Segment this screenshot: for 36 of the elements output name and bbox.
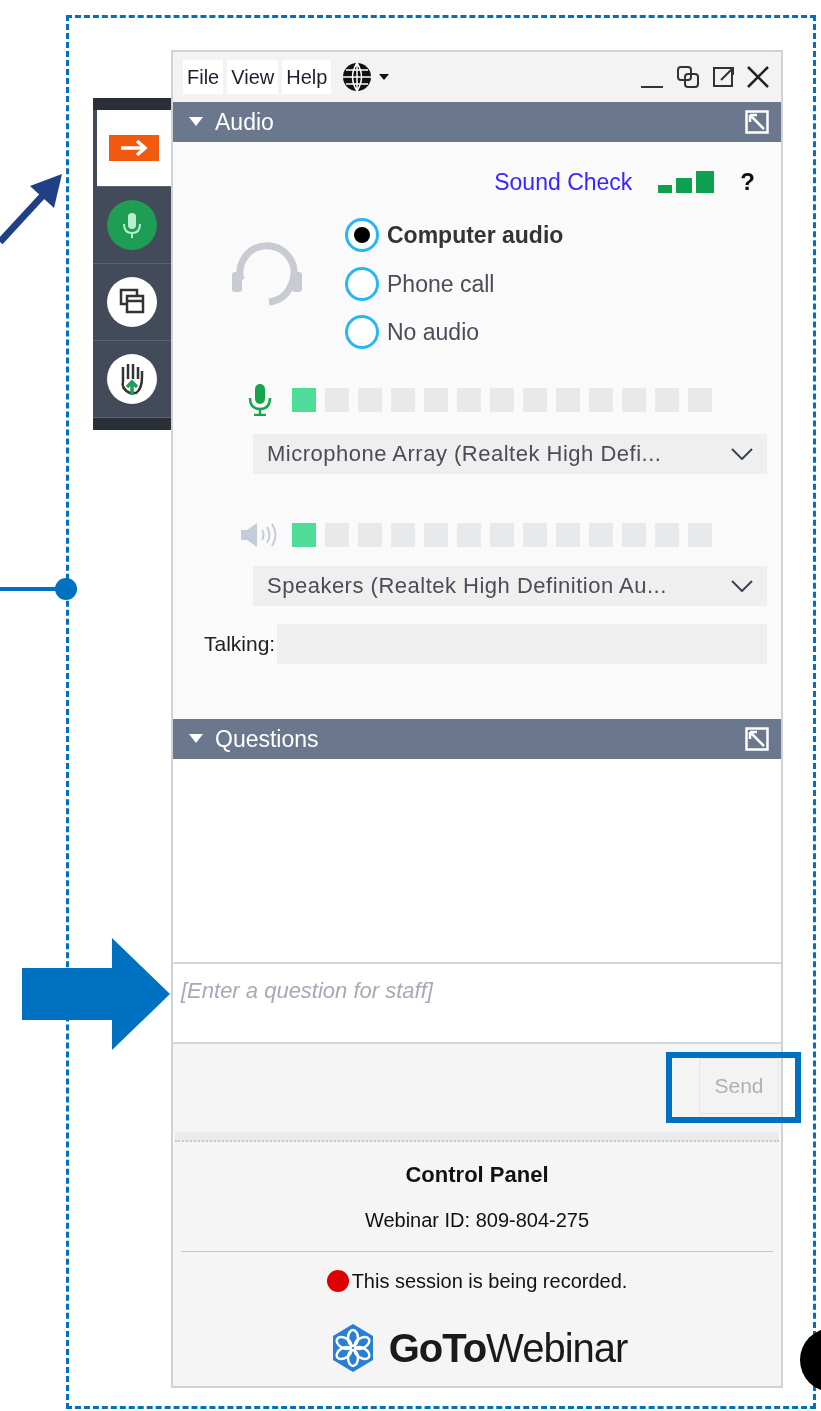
arrow-right-icon	[109, 135, 159, 161]
device-dropdown[interactable]: Microphone Array (Realtek High Defi...	[253, 433, 767, 474]
section-title: Audio	[215, 107, 274, 137]
chevron-down-icon	[731, 447, 753, 460]
microphone-icon	[248, 383, 272, 416]
windows-icon	[106, 276, 158, 328]
menu-item[interactable]: View	[227, 60, 279, 94]
section-header[interactable]: Questions	[173, 719, 781, 759]
recording-notice: This session is being recorded.	[351, 1269, 628, 1294]
audio-option-radio[interactable]: Computer audio	[345, 218, 564, 253]
collapse-triangle-icon[interactable]	[189, 734, 203, 744]
undock-icon[interactable]	[745, 110, 769, 134]
undock-icon[interactable]	[745, 727, 769, 751]
close-icon[interactable]	[745, 64, 771, 90]
panel-title: Control Panel	[405, 1161, 549, 1189]
microphone-icon	[106, 199, 158, 251]
sound-check-link[interactable]: Sound Check	[494, 164, 633, 200]
talking-label: Talking:	[204, 630, 277, 657]
section-title: Questions	[215, 724, 319, 754]
speaker-icon	[241, 521, 279, 548]
resize-grip[interactable]	[175, 1132, 779, 1142]
raised-hand-icon	[106, 353, 158, 405]
chevron-down-icon	[731, 579, 753, 592]
audio-option-radio[interactable]: Phone call	[345, 266, 564, 301]
menu-item[interactable]: File	[183, 60, 224, 94]
signal-bars-icon	[658, 171, 715, 193]
audio-option-radio[interactable]: No audio	[345, 315, 564, 350]
webinar-id: Webinar ID: 809-804-275	[364, 1208, 590, 1233]
device-dropdown[interactable]: Speakers (Realtek High Definition Au...	[253, 565, 767, 606]
question-input-field[interactable]: [Enter a question for staff]	[173, 964, 781, 1044]
menu-item[interactable]: Help	[282, 60, 332, 94]
pop-out-icon[interactable]	[711, 64, 737, 90]
collapse-triangle-icon[interactable]	[189, 117, 203, 127]
section-header[interactable]: Audio	[173, 102, 781, 142]
product-logo: GoToWebinar	[388, 1325, 628, 1372]
help-button[interactable]: ?	[740, 164, 755, 200]
